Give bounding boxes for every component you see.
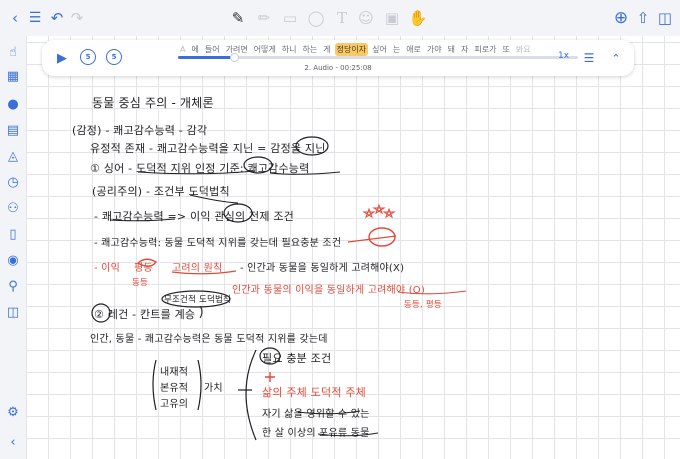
settings-icon[interactable]: ⚙ bbox=[3, 402, 23, 422]
playback-speed-button[interactable]: 1x bbox=[558, 51, 569, 61]
people-icon[interactable]: ⚇ bbox=[3, 198, 23, 218]
redo-icon[interactable]: ↷ bbox=[66, 7, 88, 29]
transcript-word[interactable]: 자 bbox=[459, 43, 470, 56]
touch-icon[interactable]: ☝ bbox=[3, 42, 23, 62]
transcript-word[interactable]: 게 bbox=[321, 43, 332, 56]
sidebar-toggle-icon[interactable]: ‹ bbox=[4, 7, 26, 29]
note-line-2: (감정) - 쾌고감수능력 - 감각 bbox=[72, 124, 208, 137]
note-line-8c: 고려의 원칙 bbox=[172, 263, 223, 274]
lasso-icon[interactable]: ◯ bbox=[306, 6, 326, 30]
note-line-1: 동물 중심 주의 - 개체론 bbox=[92, 96, 214, 110]
note-line-13a: 내재적 bbox=[160, 367, 189, 378]
note-line-6: - 쾌고감수능력 => 이익 관심의 전제 조건 bbox=[94, 210, 294, 223]
note-line-4: ① 싱어 - 도덕적 지위 인정 기준: 쾌고감수능력 bbox=[90, 162, 310, 175]
chevron-up-icon[interactable]: ⌃ bbox=[608, 49, 624, 67]
sticker-icon[interactable]: ☺ bbox=[356, 6, 376, 30]
transcript-word[interactable]: 들어 bbox=[203, 43, 222, 56]
undo-icon[interactable]: ↶ bbox=[46, 7, 68, 29]
add-page-icon[interactable]: ⊕ bbox=[610, 7, 632, 29]
transcript-word[interactable]: 싶어 bbox=[370, 43, 389, 56]
search-icon[interactable]: ⚲ bbox=[3, 276, 23, 296]
text-icon[interactable]: T bbox=[332, 6, 352, 30]
skip-back-button[interactable]: 5 bbox=[80, 49, 96, 65]
transcript-word[interactable]: 또 bbox=[501, 43, 512, 56]
note-line-11: 인간, 동물 - 쾌고감수능력은 동물 도덕적 지위를 갖는데 bbox=[90, 334, 328, 345]
note-line-3: 유정적 존재 - 쾌고감수능력을 지닌 = 감정을 지닌 bbox=[90, 142, 326, 155]
transcript-word[interactable]: 하는 bbox=[301, 43, 320, 56]
note-line-9c: 동등, 평등 bbox=[404, 300, 442, 310]
note-line-15: 자기 삶을 영위할 수 있는 bbox=[262, 409, 370, 420]
microphone-icon[interactable]: ● bbox=[3, 94, 23, 114]
transcript-word[interactable]: 는 bbox=[391, 43, 402, 56]
grid-view-icon[interactable]: ☰ bbox=[24, 7, 46, 29]
transcript-word[interactable]: 에 bbox=[189, 43, 200, 56]
bookmark-icon[interactable]: ◬ bbox=[3, 146, 23, 166]
transcript-word[interactable]: 가야 bbox=[425, 43, 444, 56]
pencil-icon[interactable]: ✏ bbox=[254, 6, 274, 30]
page-layout-icon[interactable]: ◫ bbox=[654, 7, 676, 29]
note-line-12: 필요 충분 조건 bbox=[262, 352, 332, 365]
transcript-word[interactable]: 하니 bbox=[280, 43, 299, 56]
note-line-8d: - 인간과 동물을 동일하게 고려해야(X) bbox=[240, 263, 405, 274]
note-line-5: (공리주의) - 조건부 도덕법칙 bbox=[92, 185, 230, 198]
note-line-14: 삶의 주체 도덕적 주체 bbox=[262, 386, 366, 399]
note-line-13d: 가치 bbox=[204, 383, 223, 394]
presentation-icon[interactable]: ◫ bbox=[3, 302, 23, 322]
transcript-word-current[interactable]: 정당이자 bbox=[334, 43, 369, 56]
note-line-10a: 무조건적 도덕법칙 bbox=[164, 295, 232, 305]
transcript-word[interactable]: 애로 bbox=[404, 43, 423, 56]
note-line-13b: 본유적 bbox=[160, 383, 189, 394]
skip-back-label: 5 bbox=[85, 53, 91, 61]
transcript-word[interactable]: 봐요 bbox=[514, 43, 533, 56]
collapse-icon[interactable]: ‹ bbox=[3, 432, 23, 452]
transcript-word[interactable]: 돼 bbox=[446, 43, 457, 56]
audio-player: ▶ 5 5 A 에 들어 가려면 어떻게 하니 하는 게 정당이자 싶어 는 애로 가야 돼 자 피로가 또 봐요… bbox=[42, 40, 634, 76]
note-line-13c: 고유의 bbox=[160, 399, 189, 410]
transcript-word[interactable]: A bbox=[178, 43, 187, 56]
note-line-8a: - 이익 bbox=[94, 263, 120, 274]
timer-icon[interactable]: ◷ bbox=[3, 172, 23, 192]
note-line-9a: 동등 bbox=[132, 278, 149, 288]
hand-icon[interactable]: ✋ bbox=[408, 6, 428, 30]
note-line-8b: 평등 bbox=[134, 263, 153, 274]
audio-progress-knob[interactable] bbox=[230, 53, 239, 62]
skip-forward-label: 5 bbox=[111, 53, 117, 61]
share-icon[interactable]: ⇧ bbox=[632, 7, 654, 29]
page-icon[interactable]: ▯ bbox=[3, 224, 23, 244]
note-line-16: 한 살 이상의 포유류 동물 bbox=[262, 428, 370, 439]
note-line-9b: 인간과 동물의 이익을 동일하게 고려해야 (O) bbox=[232, 285, 425, 296]
audio-title: 2. Audio - 00:25:08 bbox=[304, 64, 372, 72]
document-icon[interactable]: ▤ bbox=[3, 120, 23, 140]
skip-forward-button[interactable]: 5 bbox=[106, 49, 122, 65]
left-sidebar: ☝ ▦ ● ▤ ◬ ◷ ⚇ ▯ ◉ ⚲ ◫ ⚙ ‹ bbox=[0, 36, 26, 459]
audio-progress-fill bbox=[178, 56, 234, 59]
ruler-icon[interactable]: ▦ bbox=[3, 66, 23, 86]
robot-icon[interactable]: ◉ bbox=[3, 250, 23, 270]
note-line-10b: ② 레건 - 칸트를 계승 bbox=[94, 308, 196, 321]
pen-icon[interactable]: ✎ bbox=[228, 6, 248, 30]
note-line-7: - 쾌고감수능력: 동물 도덕적 지위를 갖는데 필요충분 조건 bbox=[94, 238, 342, 249]
audio-progress-track[interactable] bbox=[178, 53, 578, 62]
eraser-icon[interactable]: ▭ bbox=[280, 6, 300, 30]
transcript-word[interactable]: 피로가 bbox=[472, 43, 498, 56]
top-toolbar: ‹ ☰ ↶ ↷ ✎ ✏ ▭ ◯ T ☺ ▣ ✋ ⊕ ⇧ ◫ bbox=[0, 0, 680, 36]
transcript-word[interactable]: 어떻게 bbox=[252, 43, 278, 56]
list-icon[interactable]: ☰ bbox=[580, 49, 598, 67]
image-icon[interactable]: ▣ bbox=[382, 6, 402, 30]
